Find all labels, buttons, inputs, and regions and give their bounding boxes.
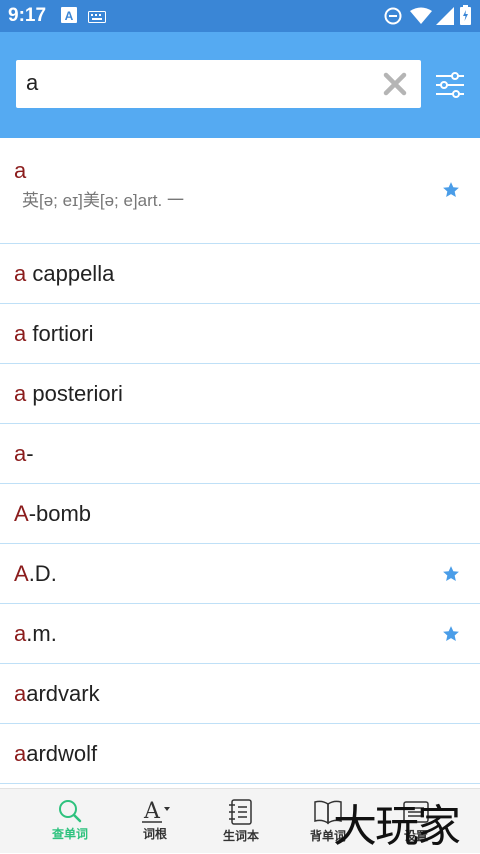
nav-label: 词根 — [142, 827, 167, 841]
result-row[interactable]: aardvark — [0, 664, 480, 724]
word-rest: cappella — [26, 261, 115, 286]
match-highlight: a — [14, 741, 27, 766]
svg-text:A: A — [65, 9, 74, 23]
word-rest: .m. — [26, 621, 57, 646]
letter-a-icon: A — [142, 799, 170, 823]
wifi-icon — [410, 7, 432, 30]
result-row[interactable]: a- — [0, 424, 480, 484]
status-bar: 9:17 A — [0, 0, 480, 32]
result-row[interactable]: a fortiori — [0, 304, 480, 364]
word-rest: posteriori — [26, 381, 123, 406]
result-row[interactable]: a cappella — [0, 244, 480, 304]
result-row[interactable]: A.D. — [0, 544, 480, 604]
result-word: a fortiori — [14, 321, 94, 347]
word-rest: fortiori — [26, 321, 94, 346]
signal-icon — [436, 7, 454, 30]
match-highlight: a — [14, 261, 27, 286]
battery-icon — [460, 5, 471, 30]
match-highlight: a — [14, 321, 27, 346]
result-list: a 英[ə; eɪ]美[ə; e]art. 一a cappella a fortio… — [0, 138, 480, 784]
result-word: a — [14, 158, 26, 184]
result-word: aardwolf — [14, 741, 97, 767]
result-row[interactable]: A-bomb — [0, 484, 480, 544]
match-highlight: a — [14, 621, 27, 646]
keyboard-icon — [88, 10, 106, 28]
result-row[interactable]: a 英[ə; eɪ]美[ə; e]art. 一 — [0, 138, 480, 244]
match-highlight: a — [14, 158, 27, 183]
word-rest: - — [26, 441, 34, 466]
search-query[interactable]: a — [26, 70, 38, 96]
nav-lookup[interactable]: 查单词 — [22, 789, 118, 854]
star-icon[interactable] — [442, 565, 460, 583]
nav-wordbook[interactable]: 生词本 — [193, 789, 289, 854]
result-word: A-bomb — [14, 501, 91, 527]
word-rest: ardvark — [26, 681, 100, 706]
result-definition: 英[ə; eɪ]美[ə; e]art. 一 — [22, 191, 184, 210]
result-row[interactable]: a posteriori — [0, 364, 480, 424]
result-word: aardvark — [14, 681, 100, 707]
match-highlight: a — [14, 441, 27, 466]
notebook-icon — [229, 799, 252, 825]
keyboard-a-icon: A — [61, 7, 77, 28]
svg-text:A: A — [143, 799, 161, 823]
result-word: a cappella — [14, 261, 114, 287]
search-header: a — [0, 32, 480, 138]
star-icon[interactable] — [442, 181, 460, 199]
match-highlight: a — [14, 381, 27, 406]
nav-label: 查单词 — [51, 827, 88, 841]
nav-roots[interactable]: A 词根 — [107, 789, 203, 854]
search-input[interactable]: a — [16, 60, 421, 108]
word-rest: -bomb — [28, 501, 92, 526]
result-row[interactable]: aardwolf — [0, 724, 480, 784]
filter-sliders-icon[interactable] — [435, 70, 465, 100]
result-word: a- — [14, 441, 34, 467]
watermark: 大玩家 — [333, 801, 461, 852]
match-highlight: A — [14, 561, 29, 586]
result-word: a posteriori — [14, 381, 123, 407]
nav-label: 生词本 — [222, 829, 259, 843]
result-word: a.m. — [14, 621, 57, 647]
word-rest: .D. — [28, 561, 57, 586]
close-icon[interactable] — [383, 72, 407, 96]
result-word: A.D. — [14, 561, 57, 587]
result-row[interactable]: a.m. — [0, 604, 480, 664]
word-rest: ardwolf — [26, 741, 98, 766]
status-time: 9:17 — [8, 5, 47, 26]
search-icon — [59, 800, 82, 823]
star-icon[interactable] — [442, 625, 460, 643]
match-highlight: a — [14, 681, 27, 706]
match-highlight: A — [14, 501, 29, 526]
dnd-icon — [384, 7, 402, 30]
